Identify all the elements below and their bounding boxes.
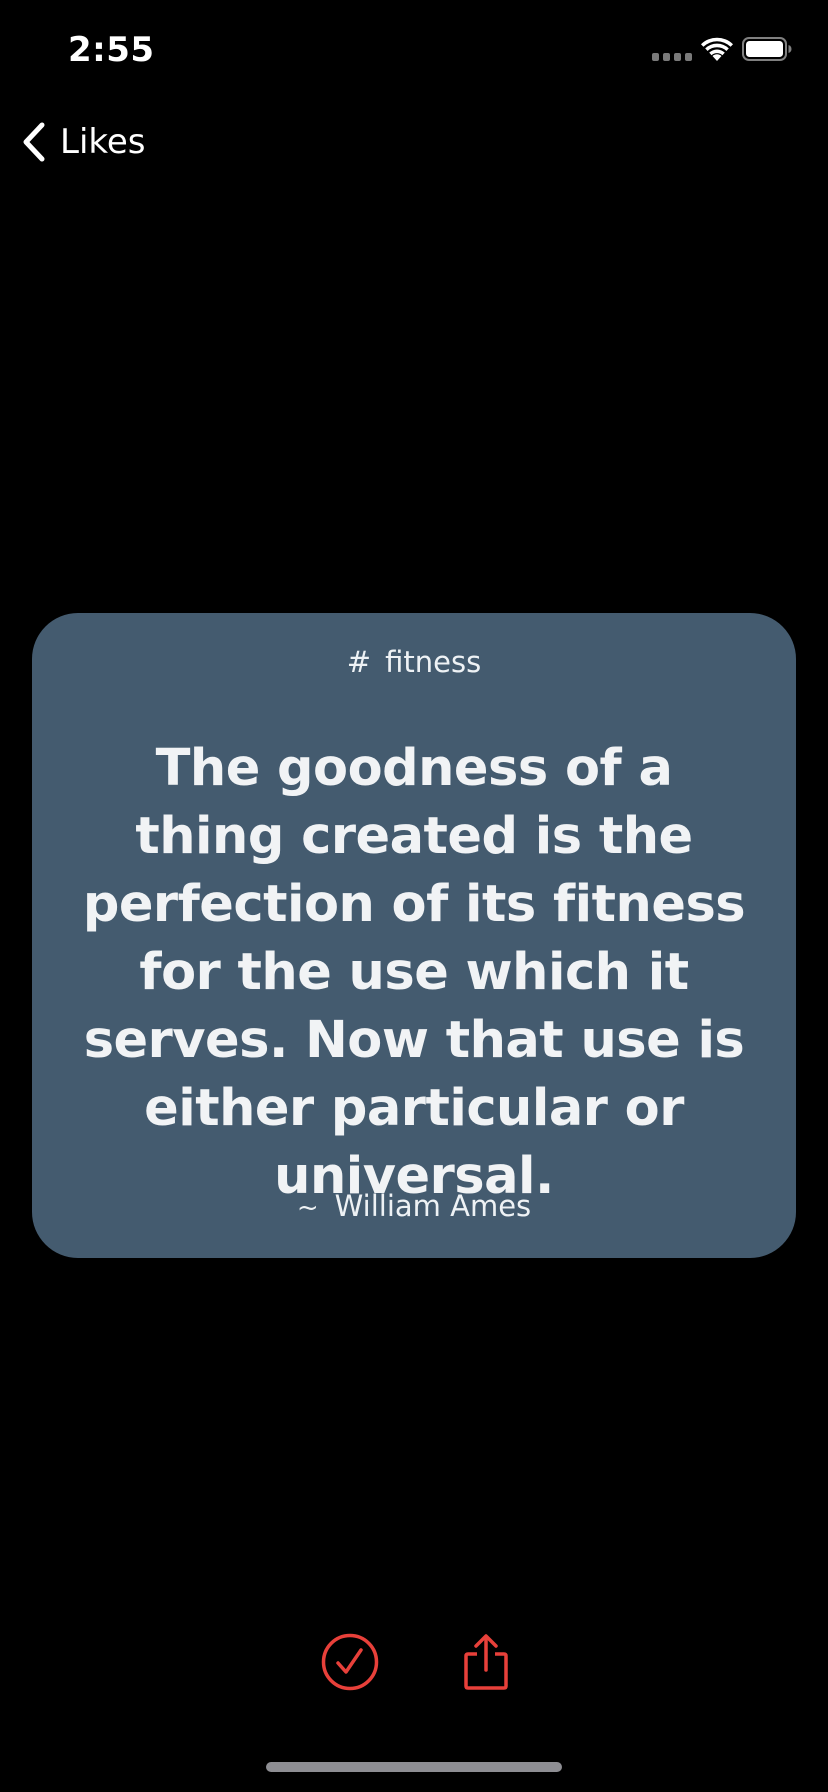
quote-author: ~ William Ames — [32, 1189, 796, 1223]
status-bar: 2:55 — [0, 0, 828, 100]
status-time: 2:55 — [68, 30, 155, 70]
share-icon[interactable] — [462, 1632, 510, 1692]
back-button[interactable]: Likes — [22, 118, 146, 166]
quote-text: The goodness of a thing created is the p… — [82, 739, 746, 1206]
chevron-left-icon — [23, 122, 45, 162]
home-indicator[interactable] — [266, 1762, 562, 1772]
checkmark-circle-icon[interactable] — [320, 1632, 380, 1692]
quote-card: # fitness The goodness of a thing created… — [32, 613, 796, 1258]
quote-tag-label: fitness — [385, 645, 482, 679]
author-prefix: ~ — [296, 1193, 319, 1223]
quote-tag: # fitness — [32, 645, 796, 679]
wifi-icon — [701, 37, 733, 61]
author-name: William Ames — [334, 1189, 532, 1223]
hash-symbol: # — [346, 645, 372, 679]
battery-icon — [742, 37, 792, 61]
back-button-label: Likes — [60, 122, 146, 162]
cellular-signal-icon — [652, 53, 692, 61]
